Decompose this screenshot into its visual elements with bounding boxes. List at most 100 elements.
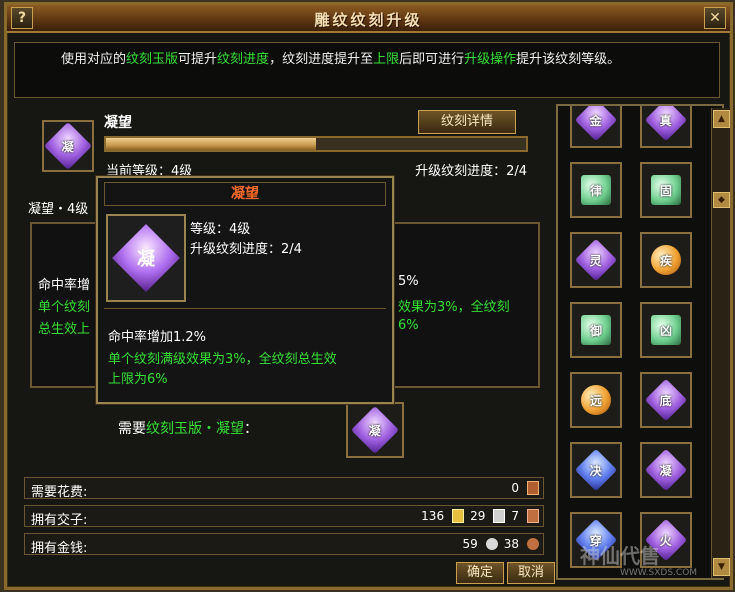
gem-list-icon: 凝	[644, 448, 688, 492]
description-box: 使用对应的纹刻玉版可提升纹刻进度，纹刻进度提升至上限后即可进行升级操作提升该纹刻…	[14, 42, 720, 98]
money-label: 拥有金钱:	[31, 541, 88, 556]
gem-list-icon: 远	[581, 385, 611, 415]
detail-button[interactable]: 纹刻详情	[418, 110, 516, 134]
desc-text-8: 升级操作	[464, 52, 517, 67]
cost-value: 0	[511, 481, 519, 495]
gem-list-char: 疾	[659, 253, 672, 268]
desc-text-3: 可提升	[178, 52, 218, 67]
gem-list-icon: 御	[581, 315, 611, 345]
book-icon	[527, 481, 539, 495]
gem-list-item[interactable]: 底	[640, 372, 692, 428]
tooltip-gem-frame: 凝	[106, 214, 186, 302]
gem-list-char: 底	[659, 393, 673, 408]
gem-list-item[interactable]: 灵	[570, 232, 622, 288]
progress-bar-fill	[106, 138, 316, 150]
current-gem-slot[interactable]: 凝	[42, 120, 94, 172]
gem-list-item[interactable]: 固	[640, 162, 692, 218]
gem-tooltip: 凝望 凝 等级：4级 升级纹刻进度：2/4 命中率增加1.2% 单个纹刻满级效果…	[96, 176, 394, 404]
gem-list-item[interactable]: 远	[570, 372, 622, 428]
effect-line-3-suffix: 6%	[398, 318, 419, 333]
gem-list-item[interactable]: 凝	[640, 442, 692, 498]
gem-list-item[interactable]: 律	[570, 162, 622, 218]
gem-list-icon: 凶	[651, 315, 681, 345]
money-silver-value: 59	[462, 537, 478, 551]
effect-line-2-suffix: 效果为3%，全纹刻	[398, 300, 510, 315]
gem-list-icon: 灵	[574, 238, 618, 282]
close-button[interactable]: ✕	[704, 7, 726, 29]
gem-list-char: 远	[589, 393, 602, 408]
gem-list-char: 金	[589, 113, 603, 128]
tooltip-divider	[104, 308, 386, 309]
desc-text-5: ，纹刻进度提升至	[269, 52, 374, 67]
desc-text-7: 后即可进行	[399, 52, 465, 67]
gem-list-item[interactable]: 疾	[640, 232, 692, 288]
gem-list-item[interactable]: 真	[640, 106, 692, 148]
gem-list-icon: 疾	[651, 245, 681, 275]
tooltip-effect-line-2: 上限为6%	[108, 372, 168, 387]
tooltip-title: 凝望	[104, 182, 386, 206]
watermark-site: WWW.SXDS.COM	[620, 568, 698, 578]
gem-list-icon: 律	[581, 175, 611, 205]
cost-label: 需要花费:	[31, 485, 88, 500]
jiaozi-row: 拥有交子: 136 29 7	[24, 505, 544, 528]
gem-list-char: 凶	[659, 323, 672, 338]
money-row: 拥有金钱: 59 38	[24, 533, 544, 556]
confirm-button[interactable]: 确定	[456, 562, 504, 584]
jiaozi-silver-value: 29	[470, 509, 486, 523]
scrollbar[interactable]: ▲ ◆ ▼	[711, 108, 730, 578]
gold-ingot-icon	[452, 509, 465, 523]
gem-list-item[interactable]: 决	[570, 442, 622, 498]
current-progress: 升级纹刻进度：2/4	[415, 164, 527, 179]
gem-list-icon: 真	[644, 106, 688, 142]
effect-line-1-suffix: 5%	[398, 274, 419, 289]
desc-text-2: 纹刻玉版	[126, 52, 179, 67]
gem-list-char: 灵	[589, 253, 603, 268]
title-bar[interactable]: ? 雕纹纹刻升级 ✕	[7, 5, 730, 33]
gem-list-icon: 固	[651, 175, 681, 205]
watermark-logo: 神仙代售	[580, 544, 660, 568]
gem-list-item[interactable]: 凶	[640, 302, 692, 358]
scroll-up-button[interactable]: ▲	[713, 110, 730, 128]
effect-line-2: 单个纹刻	[38, 300, 91, 315]
jiaozi-gold-value: 136	[421, 509, 445, 523]
desc-text-4: 纹刻进度	[217, 52, 270, 67]
current-gem-icon: 凝	[43, 121, 93, 171]
scroll-down-button[interactable]: ▼	[713, 558, 730, 576]
silver-ingot-icon	[493, 509, 506, 523]
jiaozi-copper-value: 7	[511, 509, 519, 523]
effect-line-1: 命中率增	[38, 278, 91, 293]
silver-coin-icon	[485, 538, 498, 550]
gem-list-char: 律	[589, 183, 602, 198]
window-title: 雕纹纹刻升级	[314, 11, 423, 29]
gem-list-icon: 决	[574, 448, 618, 492]
tooltip-level: 等级：4级	[190, 222, 251, 237]
effect-heading: 凝望・4级	[28, 202, 89, 217]
money-copper-value: 38	[503, 537, 519, 551]
scroll-thumb[interactable]: ◆	[713, 192, 730, 208]
gem-list-char: 火	[659, 533, 673, 548]
copper-coin-icon	[527, 538, 539, 550]
copper-ingot-icon	[527, 509, 539, 523]
required-item-slot[interactable]: 凝	[346, 402, 404, 458]
requirement-label: 需要纹刻玉版・凝望：	[118, 421, 258, 437]
gem-list-icon: 金	[574, 106, 618, 142]
gem-list-char: 真	[659, 113, 673, 128]
tooltip-progress: 升级纹刻进度：2/4	[190, 242, 302, 257]
current-gem-name: 凝望	[104, 115, 132, 131]
gem-list-icon: 底	[644, 378, 688, 422]
effect-line-3: 总生效上	[38, 322, 91, 337]
gem-list-char: 固	[659, 183, 672, 198]
gem-list-item[interactable]: 金	[570, 106, 622, 148]
gem-list-char: 决	[589, 463, 603, 478]
desc-text-9: 提升该纹刻等级。	[516, 52, 621, 67]
desc-text-6: 上限	[373, 52, 400, 67]
cancel-button[interactable]: 取消	[507, 562, 555, 584]
desc-text-1: 使用对应的	[61, 52, 127, 67]
tooltip-effect-main: 命中率增加1.2%	[108, 330, 207, 345]
jiaozi-label: 拥有交子:	[31, 513, 88, 528]
progress-bar	[104, 136, 528, 152]
required-gem-icon: 凝	[350, 405, 400, 455]
tooltip-effect-line-1: 单个纹刻满级效果为3%，全纹刻总生效	[108, 352, 337, 367]
gem-list-item[interactable]: 御	[570, 302, 622, 358]
cost-row: 需要花费: 0	[24, 477, 544, 500]
